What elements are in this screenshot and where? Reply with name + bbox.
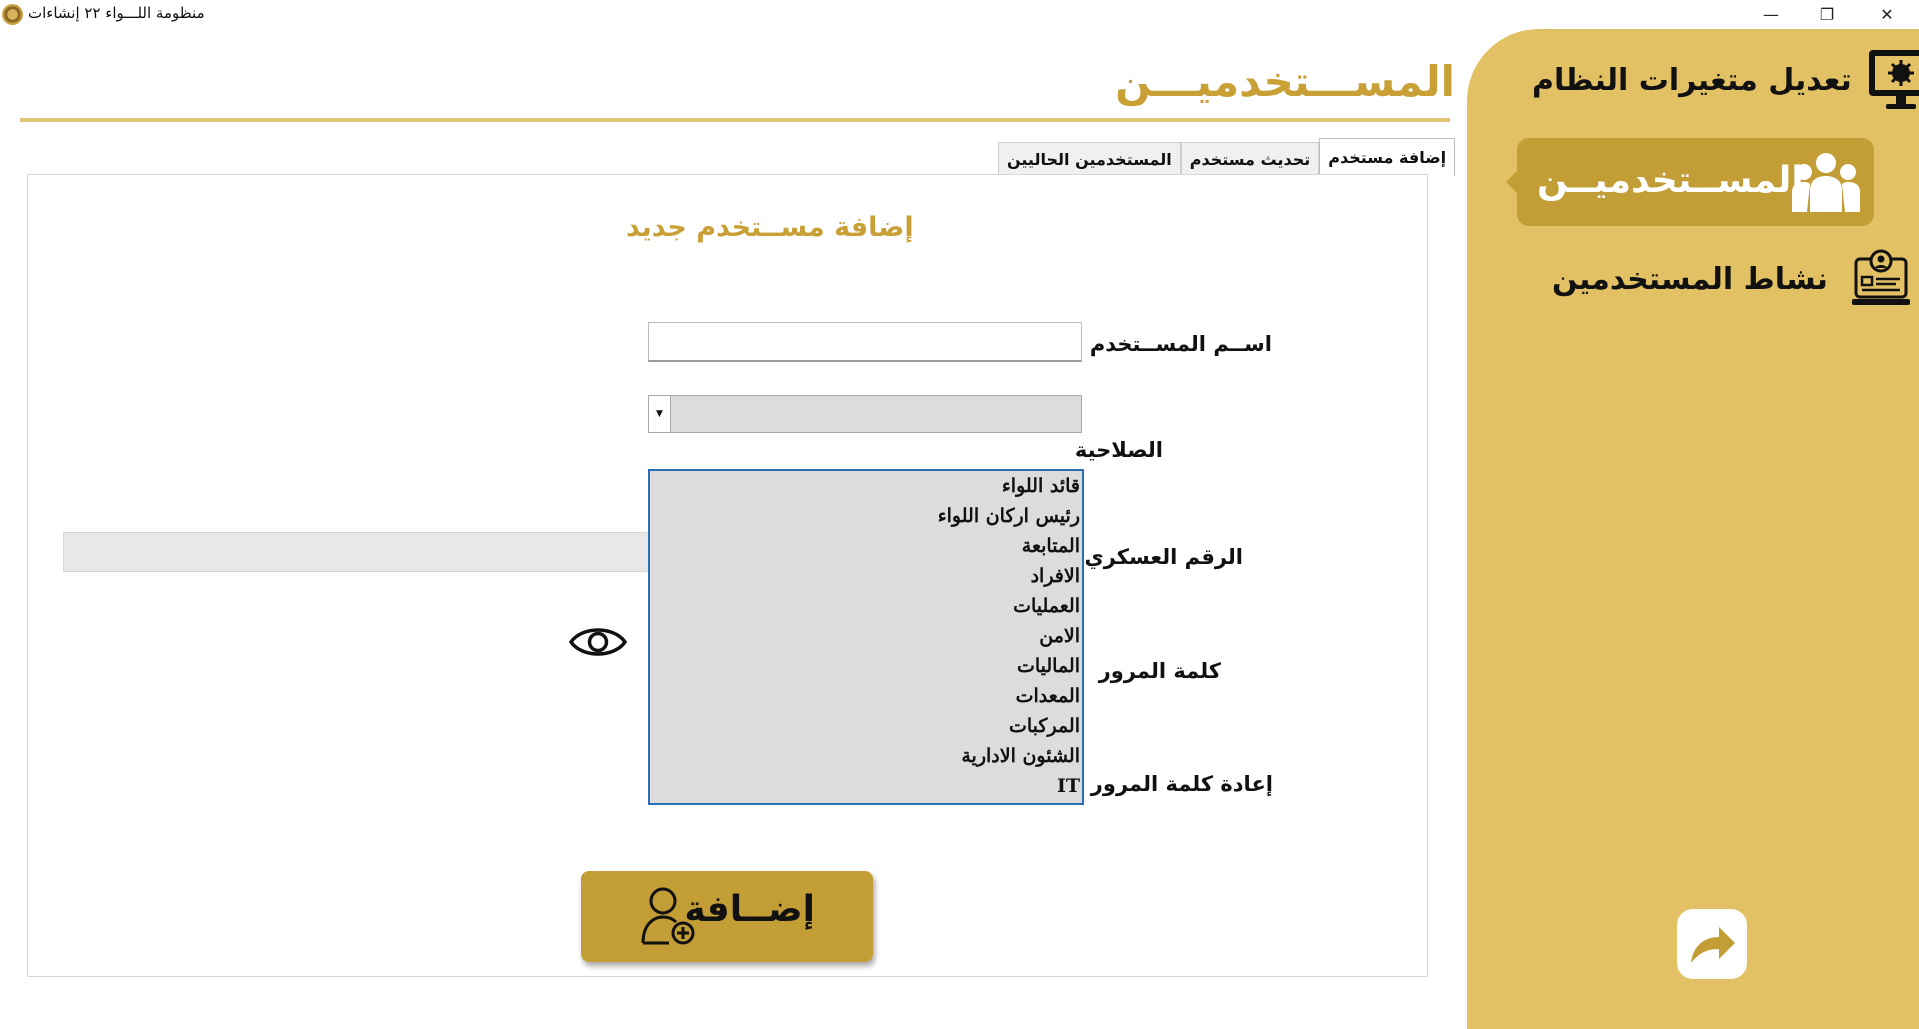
app-logo-icon — [2, 4, 23, 25]
form-title: إضافة مســتخدم جديد — [626, 212, 914, 243]
sidebar-item-user-activity[interactable]: نشاط المستخدمين — [1552, 249, 1912, 309]
close-button[interactable]: ✕ — [1859, 0, 1915, 29]
role-option[interactable]: المتابعة — [650, 531, 1082, 561]
role-option[interactable]: الافراد — [650, 561, 1082, 591]
tab-current-users[interactable]: المستخدمين الحاليين — [998, 142, 1181, 176]
sidebar-item-users[interactable]: المســتخدميــن — [1506, 138, 1874, 226]
dropdown-arrow-icon[interactable]: ▼ — [649, 396, 671, 432]
back-button[interactable] — [1677, 909, 1747, 979]
eye-icon[interactable] — [568, 620, 628, 664]
role-option[interactable]: IT — [650, 771, 1082, 801]
role-dropdown-list[interactable]: قائد اللواء رئيس اركان اللواء المتابعة ا… — [648, 469, 1084, 805]
role-option[interactable]: الماليات — [650, 651, 1082, 681]
main-content: المســـتخدميـــن إضافة مستخدم تحديث مستخ… — [0, 29, 1465, 1020]
restore-button[interactable]: ❐ — [1799, 0, 1855, 29]
role-option[interactable]: الامن — [650, 621, 1082, 651]
sidebar-item-label: نشاط المستخدمين — [1552, 261, 1828, 297]
tab-bar: إضافة مستخدم تحديث مستخدم المستخدمين الح… — [998, 138, 1456, 176]
active-indicator — [1506, 171, 1517, 193]
sidebar: تعديل متغيرات النظام المســتخدميــن نشاط… — [1467, 29, 1919, 1029]
window-titlebar: منظومة اللـــواء ٢٢ إنشاءات — ❐ ✕ — [0, 0, 1919, 29]
military-number-input[interactable] — [63, 532, 653, 572]
username-input[interactable] — [648, 322, 1082, 362]
role-label: الصلاحية — [1074, 438, 1163, 462]
share-arrow-icon — [1691, 927, 1735, 963]
add-user-icon — [641, 887, 695, 945]
sidebar-item-label: المســتخدميــن — [1537, 160, 1804, 201]
role-option[interactable]: المركبات — [650, 711, 1082, 741]
page-title: المســـتخدميـــن — [1115, 57, 1455, 106]
minimize-button[interactable]: — — [1743, 0, 1799, 29]
monitor-settings-icon — [1868, 50, 1919, 109]
military-number-label: الرقم العسكري — [1084, 545, 1243, 569]
tab-update-user[interactable]: تحديث مستخدم — [1180, 142, 1320, 176]
tab-add-user[interactable]: إضافة مستخدم — [1319, 138, 1456, 176]
restore-icon: ❐ — [1819, 5, 1835, 24]
window-title: منظومة اللـــواء ٢٢ إنشاءات — [28, 4, 205, 22]
title-divider — [20, 118, 1450, 122]
role-option[interactable]: قائد اللواء — [650, 471, 1082, 501]
role-option[interactable]: المعدات — [650, 681, 1082, 711]
confirm-password-label: إعادة كلمة المرور — [1090, 772, 1273, 796]
close-icon: ✕ — [1880, 5, 1894, 24]
user-activity-icon — [1851, 249, 1910, 305]
role-option[interactable]: العمليات — [650, 591, 1082, 621]
users-group-icon — [1792, 153, 1860, 212]
add-user-button[interactable]: إضــافة — [581, 871, 873, 962]
role-option[interactable]: رئيس اركان اللواء — [650, 501, 1082, 531]
add-user-panel: إضافة مســتخدم جديد اســم المســتخدم الص… — [27, 174, 1428, 977]
sidebar-item-label: تعديل متغيرات النظام — [1532, 62, 1852, 98]
username-label: اســم المســتخدم — [1089, 332, 1272, 356]
add-button-label: إضــافة — [684, 889, 815, 930]
minimize-icon: — — [1763, 5, 1779, 24]
role-option[interactable]: الشئون الادارية — [650, 741, 1082, 771]
role-select[interactable]: ▼ — [648, 395, 1082, 433]
password-label: كلمة المرور — [1098, 659, 1221, 683]
sidebar-item-system-settings[interactable]: تعديل متغيرات النظام — [1532, 47, 1919, 113]
